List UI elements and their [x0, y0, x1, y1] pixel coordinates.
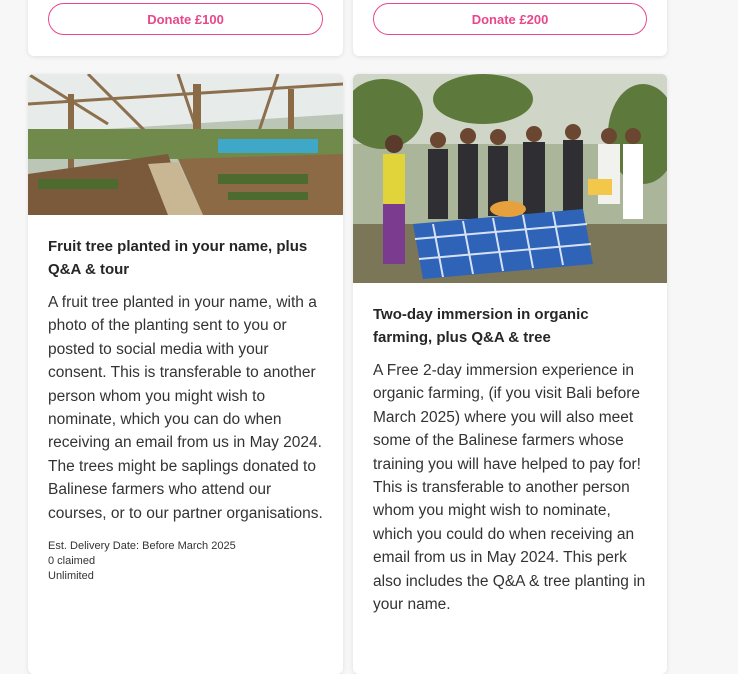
- donate-200-button[interactable]: Donate £200: [373, 3, 647, 35]
- claimed-count: 0 claimed: [48, 555, 96, 568]
- perk-card-immersion[interactable]: Two-day immersion in organic farming, pl…: [353, 74, 667, 674]
- perk-description: A Free 2-day immersion experience in org…: [373, 362, 646, 614]
- donate-100-button[interactable]: Donate £100: [48, 3, 323, 35]
- perk-title: Fruit tree planted in your name, plus Q&…: [48, 238, 308, 278]
- ceremony-photo: [353, 74, 667, 283]
- greenhouse-photo: [28, 74, 343, 215]
- availability: Unlimited: [48, 570, 94, 583]
- perk-meta: Est. Delivery Date: Before March 2025 0 …: [48, 539, 323, 584]
- perk-description: A fruit tree planted in your name, with …: [48, 294, 323, 522]
- donate-card-100: Donate £100: [28, 0, 343, 56]
- perk-title: Two-day immersion in organic farming, pl…: [373, 306, 589, 346]
- delivery-date: Est. Delivery Date: Before March 2025: [48, 540, 236, 553]
- donate-card-200: Donate £200: [353, 0, 667, 56]
- perk-card-fruit-tree[interactable]: Fruit tree planted in your name, plus Q&…: [28, 74, 343, 674]
